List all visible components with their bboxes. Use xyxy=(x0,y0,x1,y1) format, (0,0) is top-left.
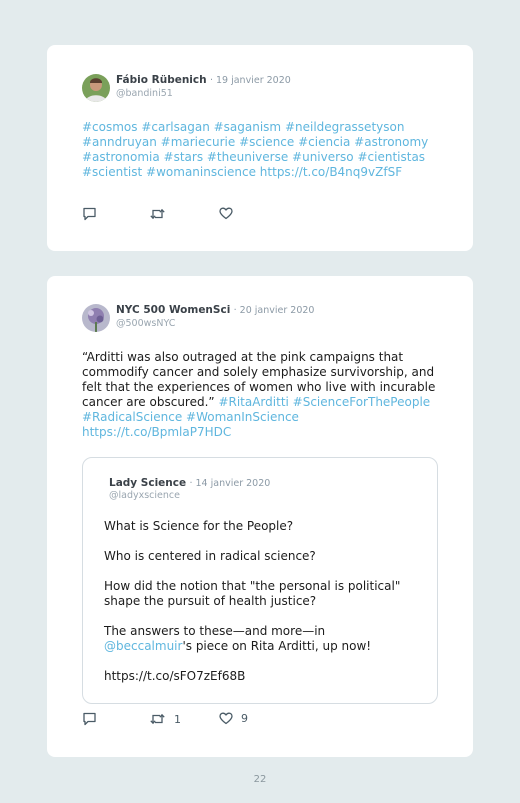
tweet-date[interactable]: · 19 janvier 2020 xyxy=(210,75,291,86)
author-handle[interactable]: @bandini51 xyxy=(116,88,173,99)
text-fragment: 's piece on Rita Arditti, up now! xyxy=(182,639,372,653)
like-count: 9 xyxy=(241,712,248,725)
reply-icon xyxy=(83,712,96,726)
reply-icon xyxy=(83,207,96,221)
text-line: The answers to these—and more—in xyxy=(104,624,326,638)
tweet-actions: 1 9 xyxy=(82,712,382,728)
quoted-link[interactable]: https://t.co/sFO7zEf68B xyxy=(104,669,404,684)
tweet-text: #cosmos #carlsagan #saganism #neildegras… xyxy=(82,120,447,180)
retweet-button[interactable] xyxy=(149,207,166,221)
like-button[interactable] xyxy=(219,207,233,220)
author-handle[interactable]: @500wsNYC xyxy=(116,318,175,329)
text-fragment: cancer are obscured.” xyxy=(82,395,215,409)
quoted-paragraph: Who is centered in radical science? xyxy=(104,549,316,563)
author-name[interactable]: NYC 500 WomenSci xyxy=(116,304,230,316)
tweet-actions xyxy=(82,207,382,223)
text-line: How did the notion that "the personal is… xyxy=(104,579,401,593)
text-line: shape the pursuit of health justice? xyxy=(104,594,317,608)
hashtag-link[interactable]: #RitaArditti #ScienceForThePeople xyxy=(215,395,430,409)
avatar[interactable] xyxy=(82,74,110,102)
reply-button[interactable] xyxy=(82,712,97,726)
author-name[interactable]: Fábio Rübenich xyxy=(116,74,207,86)
retweet-count: 1 xyxy=(174,712,181,726)
tweet-card: Fábio Rübenich · 19 janvier 2020 @bandin… xyxy=(47,45,473,251)
tweet-card: NYC 500 WomenSci · 20 janvier 2020 @500w… xyxy=(47,276,473,757)
mention-link[interactable]: @beccalmuir xyxy=(104,639,182,653)
quoted-tweet-date[interactable]: · 14 janvier 2020 xyxy=(189,478,270,489)
retweet-button[interactable]: 1 xyxy=(149,712,181,726)
text-line: felt that the experiences of women who l… xyxy=(82,380,436,394)
reply-button[interactable] xyxy=(82,207,97,221)
hashtag-line[interactable]: #astronomia #stars #theuniverse #univers… xyxy=(82,150,447,165)
like-icon xyxy=(219,712,233,725)
quoted-author-name[interactable]: Lady Science xyxy=(109,477,186,489)
hashtag-line[interactable]: #anndruyan #mariecurie #science #ciencia… xyxy=(82,135,447,150)
retweet-icon xyxy=(150,713,165,725)
hashtag-line[interactable]: #RadicalScience #WomanInScience xyxy=(82,410,447,425)
avatar[interactable] xyxy=(82,304,110,332)
page-number: 22 xyxy=(253,774,267,785)
like-button[interactable]: 9 xyxy=(219,712,248,725)
like-icon xyxy=(219,207,233,220)
hashtag-line[interactable]: #scientist #womaninscience https://t.co/… xyxy=(82,165,447,180)
text-line: @beccalmuir's piece on Rita Arditti, up … xyxy=(104,639,404,654)
quoted-author-handle[interactable]: @ladyxscience xyxy=(109,490,180,501)
hashtag-line[interactable]: #cosmos #carlsagan #saganism #neildegras… xyxy=(82,120,447,135)
tweet-link[interactable]: https://t.co/BpmlaP7HDC xyxy=(82,425,447,440)
quoted-paragraph: The answers to these—and more—in @beccal… xyxy=(104,624,404,654)
quoted-paragraph: What is Science for the People? xyxy=(104,519,294,533)
text-line: cancer are obscured.” #RitaArditti #Scie… xyxy=(82,395,447,410)
tweet-date[interactable]: · 20 janvier 2020 xyxy=(234,305,315,316)
quoted-paragraph: How did the notion that "the personal is… xyxy=(104,579,404,609)
tweet-text: “Arditti was also outraged at the pink c… xyxy=(82,350,447,440)
quoted-tweet[interactable]: Lady Science · 14 janvier 2020 @ladyxsci… xyxy=(82,457,438,704)
text-line: commodify cancer and solely emphasize su… xyxy=(82,365,435,379)
text-line: “Arditti was also outraged at the pink c… xyxy=(82,350,404,364)
retweet-icon xyxy=(150,208,165,220)
